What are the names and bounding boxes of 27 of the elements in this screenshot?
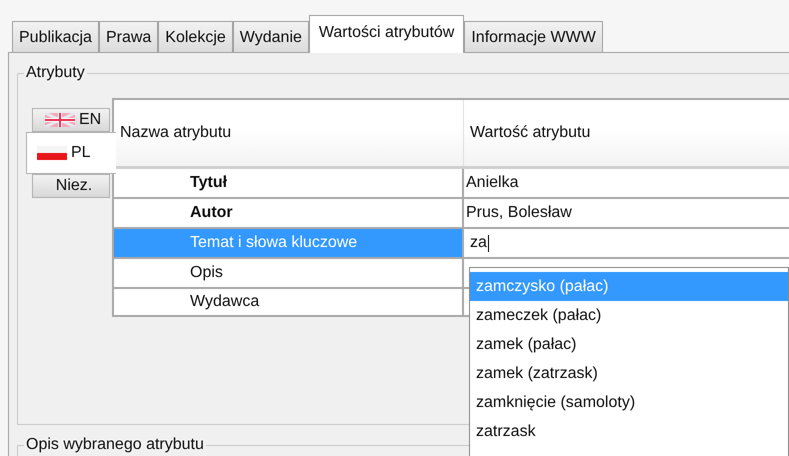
tab[interactable]: Kolekcje (158, 21, 233, 52)
tab[interactable]: Wartości atrybutów (308, 15, 464, 53)
table-cell[interactable]: Tytuł (114, 169, 464, 197)
language-tab[interactable]: EN (32, 108, 110, 132)
tab[interactable]: Prawa (98, 21, 158, 52)
column-header[interactable]: Nazwa atrybutu (114, 100, 464, 166)
language-tab[interactable]: PL (26, 132, 116, 174)
table-cell[interactable]: Autor (114, 199, 464, 227)
table-cell-text: Prus, Bolesław (465, 203, 573, 223)
suggestion-item[interactable]: zamek (pałac) (470, 330, 788, 359)
table-cell-text: Anielka (465, 173, 520, 193)
tab[interactable]: Publikacja (12, 21, 99, 52)
flag-icon (37, 146, 67, 160)
value-input[interactable]: za (464, 229, 789, 257)
language-tab[interactable]: Niez. (32, 174, 110, 198)
group-title: Atrybuty (24, 64, 87, 82)
suggestion-item[interactable]: zatrzask (470, 417, 788, 446)
table-cell[interactable]: Wydawca (114, 289, 464, 315)
tab[interactable]: Informacje WWW (464, 21, 603, 52)
table-cell[interactable]: Opis (114, 259, 464, 287)
suggestion-item[interactable]: zamknięcie (samoloty) (470, 388, 788, 417)
group-title: Opis wybranego atrybutu (24, 436, 206, 454)
tab[interactable]: Wydanie (232, 21, 309, 52)
flag-icon (45, 113, 75, 127)
suggestion-item[interactable]: zameczek (pałac) (470, 301, 788, 330)
suggestion-item[interactable]: zamek (zatrzask) (470, 359, 788, 388)
column-header[interactable]: Wartość atrybutu (464, 100, 789, 166)
